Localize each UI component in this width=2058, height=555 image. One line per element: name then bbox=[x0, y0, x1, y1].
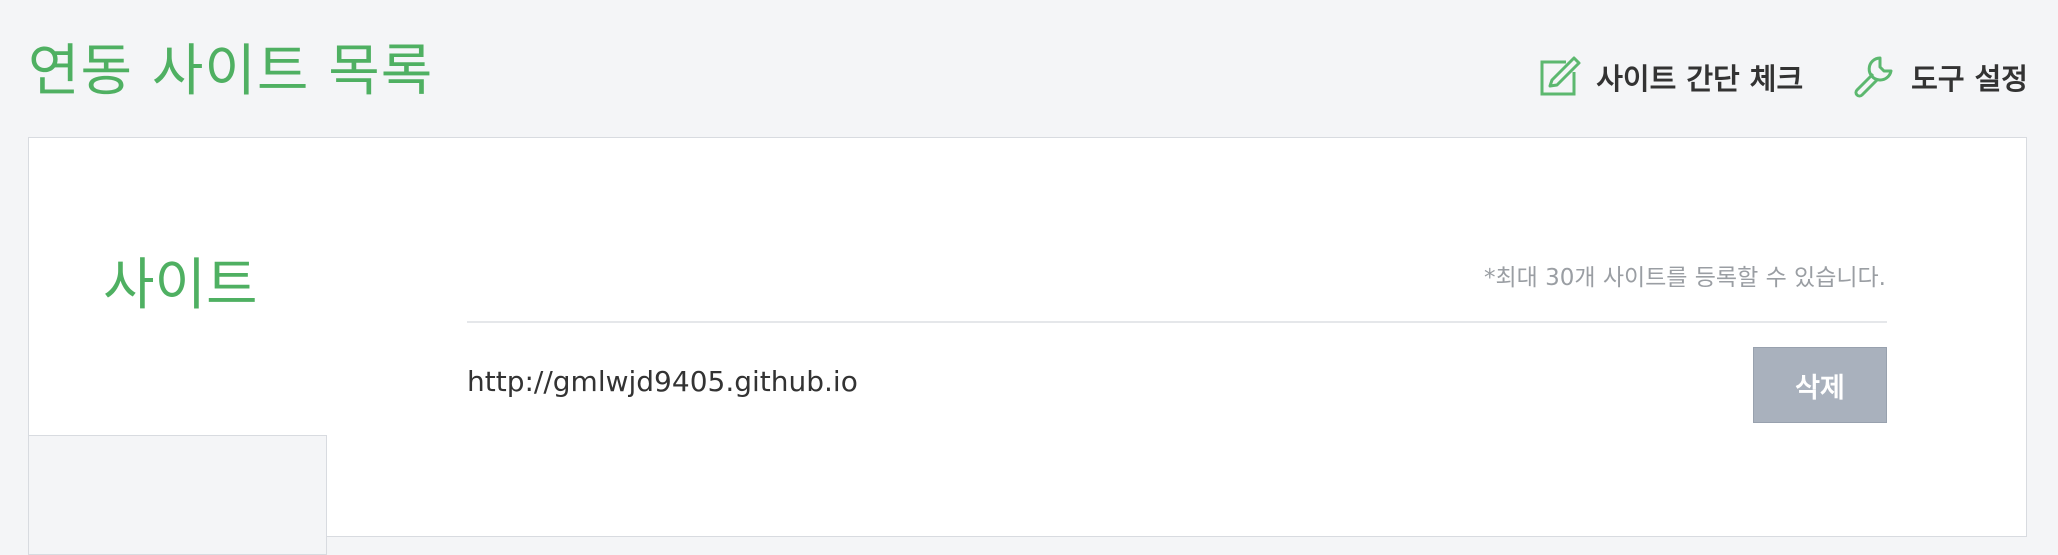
delete-site-button[interactable]: 삭제 bbox=[1753, 347, 1887, 423]
tool-settings-button[interactable]: 도구 설정 bbox=[1851, 54, 2028, 100]
page-title: 연동 사이트 목록 bbox=[28, 39, 434, 104]
divider bbox=[467, 321, 1887, 323]
top-actions: 사이트 간단 체크 도구 설정 bbox=[1536, 54, 2028, 100]
max-sites-note: *최대 30개 사이트를 등록할 수 있습니다. bbox=[1483, 265, 1886, 291]
side-tab[interactable] bbox=[28, 435, 327, 555]
tool-settings-label: 도구 설정 bbox=[1911, 62, 2028, 96]
section-title: 사이트 bbox=[103, 253, 258, 318]
wrench-icon bbox=[1854, 56, 1893, 98]
site-quick-check-label: 사이트 간단 체크 bbox=[1596, 62, 1804, 96]
site-url: http://gmlwjd9405.github.io bbox=[467, 365, 858, 398]
site-list-panel: 사이트 *최대 30개 사이트를 등록할 수 있습니다. http://gmlw… bbox=[28, 137, 2027, 555]
edit-check-icon bbox=[1540, 56, 1581, 96]
site-quick-check-button[interactable]: 사이트 간단 체크 bbox=[1536, 54, 1803, 100]
